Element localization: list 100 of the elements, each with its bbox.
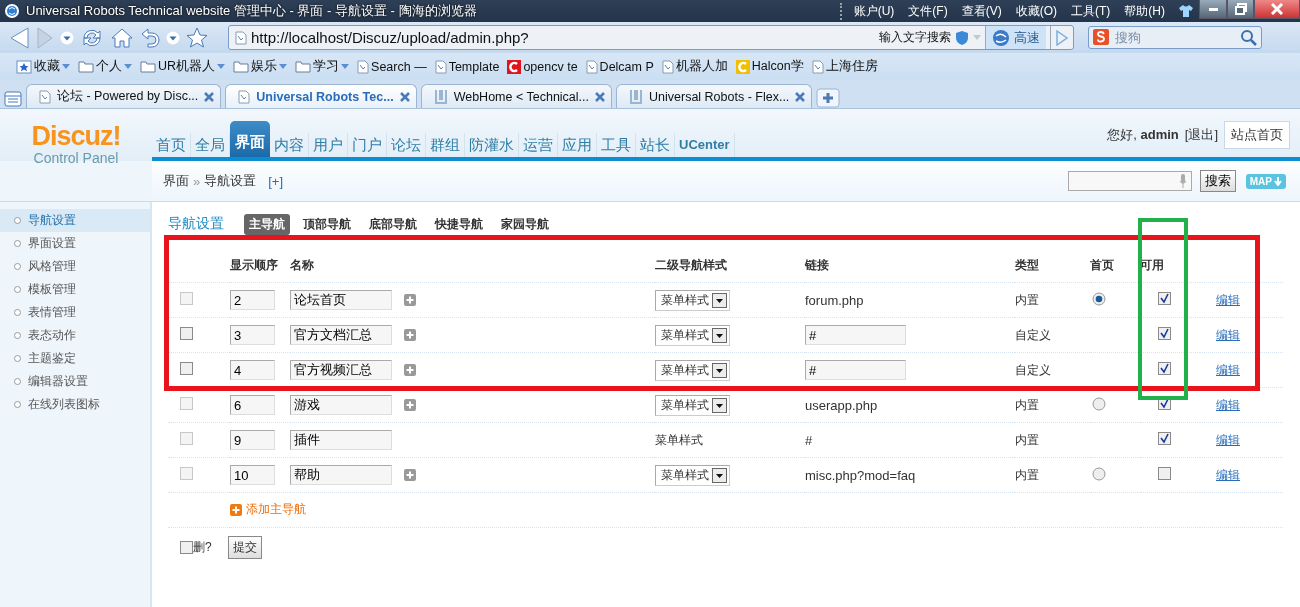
bookmark-item[interactable]: 个人 [78,58,132,75]
name-field[interactable]: 官方文档汇总 [290,325,392,345]
sidebar-item[interactable]: 表态动作 [28,327,76,344]
bookmark-item[interactable]: Halcon学 [735,58,804,75]
close-button[interactable] [1254,0,1300,19]
delete-checkbox[interactable] [180,327,193,340]
sidebar-item[interactable]: 模板管理 [28,281,76,298]
logout-link[interactable]: [退出] [1184,126,1218,144]
undo-icon[interactable] [140,26,160,49]
edit-link[interactable]: 编辑 [1216,327,1240,342]
sub-tab[interactable]: 主导航 [244,213,290,235]
browser-tab[interactable]: Universal Robots - Flex... [616,84,813,108]
search-field[interactable]: 搜狗 [1088,26,1262,49]
delete-all-checkbox[interactable] [180,540,193,554]
close-icon[interactable] [204,91,215,102]
submit-button[interactable]: 提交 [227,535,262,559]
add-child-icon[interactable] [404,364,416,376]
style-dropdown[interactable]: 菜单样式 [655,359,730,381]
sidebar-icon[interactable] [4,90,22,108]
globe-icon [992,28,1010,47]
logo-icon [629,88,643,105]
delete-checkbox[interactable] [180,362,193,375]
home-icon[interactable] [110,26,134,49]
search-engine-icon[interactable] [1093,29,1109,45]
bullet-icon [14,332,21,339]
caret-icon [62,64,70,69]
star-icon[interactable] [186,26,208,49]
edit-link[interactable]: 编辑 [1216,362,1240,377]
folder-icon [233,60,250,73]
dropdown-icon[interactable] [166,30,180,45]
browser-tab[interactable]: Universal Robots Tec... [225,84,417,108]
dropdown-icon[interactable] [60,30,74,45]
enabled-checkbox[interactable] [1158,327,1171,340]
search-button[interactable]: 搜索 [1199,170,1236,192]
site-home-button[interactable]: 站点首页 [1224,121,1290,149]
link-field[interactable]: # [805,325,906,345]
sidebar-item[interactable]: 界面设置 [28,235,76,252]
sub-tab[interactable]: 快捷导航 [430,213,488,235]
browser-logo-icon [4,3,20,19]
bookmark-item[interactable]: 机器人加 [661,58,728,75]
sidebar-item[interactable]: 风格管理 [28,258,76,275]
folder-icon [295,60,312,73]
shirt-icon[interactable] [1179,5,1193,17]
back-icon[interactable] [8,25,30,50]
nav-tab[interactable]: 界面 [230,121,270,157]
browser-tab[interactable]: WebHome < Technical... [420,84,612,108]
menu-item[interactable]: 文件(F) [908,2,948,20]
address-text: http://localhost/Discuz/upload/admin.php? [251,29,530,46]
search-icon[interactable] [1240,29,1257,46]
style-dropdown[interactable]: 菜单样式 [655,324,730,346]
bookmark-item[interactable]: opencv te [507,59,578,74]
page-icon [811,59,824,74]
enabled-checkbox[interactable] [1158,362,1171,375]
sidebar-item[interactable]: 表情管理 [28,304,76,321]
bookmark-item[interactable]: Template [434,59,500,74]
add-shortcut-link[interactable]: [+] [268,173,284,189]
order-field[interactable]: 4 [230,360,275,380]
sub-tab[interactable]: 顶部导航 [298,213,356,235]
close-icon [1271,3,1283,15]
bullet-icon [14,378,21,385]
type-text: 内置 [1015,432,1039,447]
close-icon[interactable] [595,91,605,102]
link-field[interactable]: # [805,360,906,380]
speed-button[interactable]: 高速 [985,26,1046,49]
sidebar-item[interactable]: 导航设置 [28,212,76,229]
column-header: 显示顺序 [230,257,278,272]
close-icon[interactable] [795,91,806,102]
sidebar-item[interactable]: 在线列表图标 [28,396,100,413]
menu-item[interactable]: 工具(T) [1071,2,1111,20]
address-bar[interactable]: http://localhost/Discuz/upload/admin.php? 输入文字搜索 高速 [228,25,1074,50]
bookmark-item[interactable]: 娱乐 [233,58,288,75]
sidebar-item[interactable]: 编辑器设置 [28,373,88,390]
minimize-button[interactable] [1199,0,1227,19]
menu-item[interactable]: 收藏(O) [1015,2,1057,20]
search-field[interactable] [1067,171,1192,191]
page-icon [585,59,598,74]
column-header: 名称 [290,257,314,272]
bookmark-item[interactable]: 学习 [295,58,350,75]
menu-item[interactable]: 帮助(H) [1124,2,1165,20]
close-icon[interactable] [399,91,410,102]
bookmark-item[interactable]: 上海住房 [811,58,878,75]
menu-item[interactable]: 账户(U) [853,2,895,20]
sub-tab[interactable]: 底部导航 [364,213,422,235]
sidebar-item[interactable]: 主题鉴定 [28,350,76,367]
bookmark-item[interactable]: Delcam P [585,59,654,74]
bookmark-item[interactable]: UR机器人 [140,58,226,75]
browser-tab[interactable]: 论坛 - Powered by Disc... [26,84,222,108]
name-field[interactable]: 官方视频汇总 [290,360,392,380]
sub-tab[interactable]: 家园导航 [496,213,554,235]
shield-icon [955,29,969,46]
maximize-button[interactable] [1227,0,1254,19]
bookmark-item[interactable]: Search — [357,59,427,74]
menu-item[interactable]: 查看(V) [961,2,1002,20]
caret-icon [341,64,350,69]
add-child-icon[interactable] [404,329,416,341]
caret-icon [973,35,981,40]
order-field[interactable]: 3 [230,325,275,345]
bookmark-item[interactable]: 收藏 [16,58,70,75]
breadcrumb-item[interactable]: 界面 [163,172,189,190]
new-tab-icon[interactable] [816,88,841,108]
